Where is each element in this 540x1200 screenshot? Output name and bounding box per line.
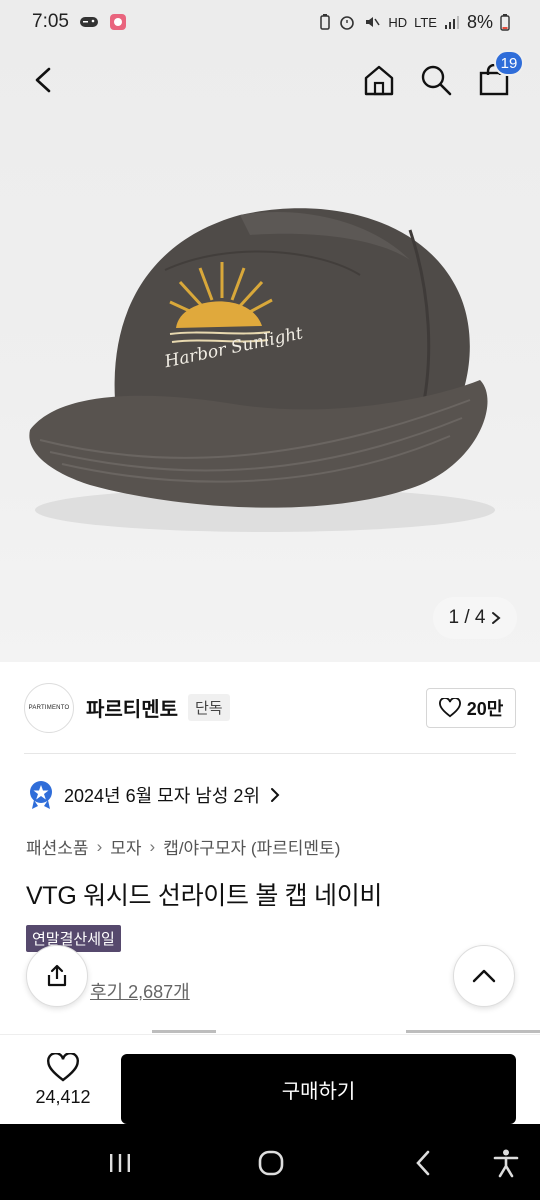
network-lte: LTE (414, 14, 437, 30)
game-controller-icon (79, 15, 99, 29)
home-button[interactable] (357, 58, 401, 102)
system-back-button[interactable] (406, 1146, 440, 1180)
accessibility-button[interactable] (489, 1146, 523, 1180)
image-pager[interactable]: 1 / 4 (433, 597, 517, 639)
accessibility-icon (493, 1149, 519, 1178)
section-tab-indicator (152, 1030, 216, 1033)
share-icon (47, 964, 67, 987)
section-tab-indicator (406, 1030, 540, 1033)
wishlist-count: 24,412 (35, 1087, 91, 1107)
ranking-link[interactable]: 2024년 6월 모자 남성 2위 (28, 780, 280, 810)
alarm-icon (338, 13, 356, 31)
brand-like-count: 20만 (466, 699, 504, 719)
recent-apps-button[interactable] (103, 1146, 137, 1180)
search-icon (421, 65, 452, 96)
brand-logo[interactable]: PARTIMENTO (24, 682, 74, 733)
wishlist-button[interactable]: 24,412 (24, 1053, 102, 1108)
review-link[interactable]: 후기 2,687개 (90, 978, 190, 1004)
network-hd: HD (388, 14, 408, 30)
heart-icon (47, 1053, 79, 1082)
sale-tag: 연말결산세일 (26, 925, 121, 952)
cart-button[interactable]: 19 (472, 50, 524, 102)
breadcrumb: 패션소품 › 모자 › 캡/야구모자 (파르티멘토) (26, 834, 340, 859)
status-time: 7:05 (32, 11, 69, 32)
system-navigation-bar (0, 1124, 540, 1200)
chevron-right-icon (492, 612, 502, 624)
chevron-up-icon (472, 969, 496, 983)
share-button[interactable] (26, 945, 88, 1007)
medal-icon (30, 781, 52, 809)
signal-icon (444, 14, 460, 30)
brand-name[interactable]: 파르티멘토 (86, 693, 178, 722)
recent-apps-icon (110, 1154, 130, 1172)
chevron-right-icon (271, 788, 280, 802)
battery-percent: 8% (466, 11, 493, 32)
system-home-button[interactable] (254, 1146, 288, 1180)
purchase-action-bar: 24,412 구매하기 (0, 1034, 540, 1124)
mute-icon (363, 13, 381, 31)
buy-button[interactable]: 구매하기 (121, 1054, 516, 1124)
battery-icon (500, 13, 510, 31)
exclusive-badge: 단독 (188, 694, 230, 721)
breadcrumb-separator: › (96, 836, 103, 856)
breadcrumb-item-fashion[interactable]: 패션소품 (26, 834, 89, 859)
scroll-top-button[interactable] (453, 945, 515, 1007)
product-title: VTG 워시드 선라이트 볼 캡 네이비 (26, 882, 383, 910)
breadcrumb-item-hat[interactable]: 모자 (110, 834, 141, 859)
top-navigation: 19 (0, 44, 540, 116)
brand-row[interactable]: PARTIMENTO 파르티멘토 단독 20만 (24, 662, 516, 754)
battery-saver-icon (319, 13, 331, 31)
back-chevron-icon (416, 1150, 430, 1176)
search-button[interactable] (414, 58, 458, 102)
home-icon (364, 65, 394, 96)
heart-icon (438, 698, 461, 718)
back-button[interactable] (22, 58, 66, 102)
home-circle-icon (258, 1150, 284, 1176)
product-photo-cap: Harbor Sunlight (29, 208, 495, 532)
cart-count-badge: 19 (494, 50, 524, 76)
ranking-text: 2024년 6월 모자 남성 2위 (64, 786, 260, 806)
app-notification-icon (109, 13, 127, 31)
pager-text: 1 / 4 (448, 607, 486, 628)
brand-like-button[interactable]: 20만 (426, 688, 516, 728)
status-bar: 7:05 HD LTE 8% (0, 0, 540, 44)
breadcrumb-item-cap[interactable]: 캡/야구모자 (파르티멘토) (163, 834, 340, 859)
back-arrow-icon (35, 67, 51, 93)
breadcrumb-separator: › (149, 836, 156, 856)
